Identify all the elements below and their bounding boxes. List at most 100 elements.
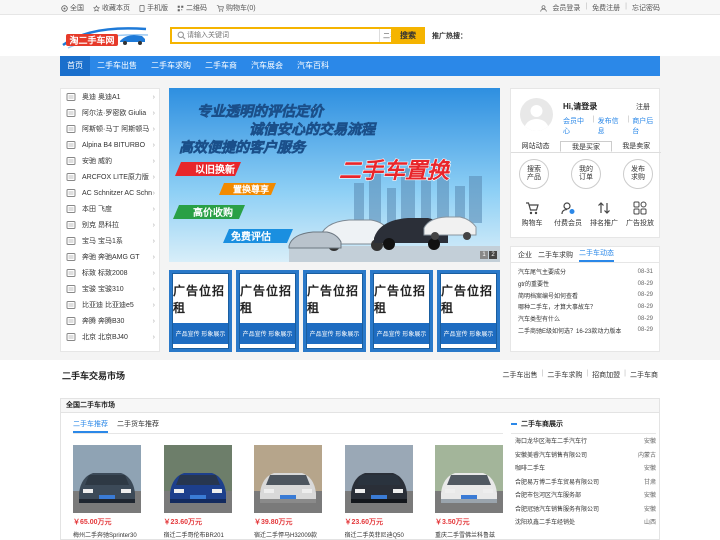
- car-name[interactable]: 宿迁二手英菲尼迪Q50: [345, 530, 413, 539]
- car-photo[interactable]: [254, 445, 322, 513]
- news-tab-wanted[interactable]: 二手车求购: [538, 250, 573, 260]
- user-panel: Hi,请登录 注册 会员中心 | 发布信息 | 商户后台 网站动态 我是买家 我是卖…: [510, 88, 661, 238]
- market-link-franchise[interactable]: 招商加盟: [592, 370, 620, 380]
- nav-encyclopedia[interactable]: 汽车百科: [290, 56, 336, 76]
- car-card[interactable]: ￥65.00万元 梅州二手奔驰Sprinter30: [73, 445, 141, 539]
- dealer-item[interactable]: 沈阳玖鑫二手车经销处 山西: [511, 515, 656, 529]
- sidebar-brand-item[interactable]: 阿斯顿·马丁 阿斯顿马 ›: [61, 121, 159, 137]
- register-link[interactable]: 免费注册: [592, 3, 620, 13]
- car-photo[interactable]: [73, 445, 141, 513]
- car-name[interactable]: 梅州二手奔驰Sprinter30: [73, 530, 141, 539]
- sidebar-brand-item[interactable]: 奥迪 奥迪A1 ›: [61, 89, 159, 105]
- news-tab-company[interactable]: 企业: [518, 250, 532, 260]
- register-button[interactable]: 注册: [636, 102, 650, 112]
- search-products-button[interactable]: 搜索 产品: [519, 159, 549, 189]
- dealer-item[interactable]: 合肥冠驰汽车销售服务有限公司 安徽: [511, 502, 656, 516]
- sidebar-brand-item[interactable]: Alpina B4 BITURBO ›: [61, 137, 159, 153]
- quick-ads[interactable]: 广告投放: [623, 201, 657, 228]
- sidebar-brand-item[interactable]: 比亚迪 比亚迪e5 ›: [61, 297, 159, 313]
- tab-site-news[interactable]: 网站动态: [511, 141, 560, 152]
- tab-recommended-trucks[interactable]: 二手货车推荐: [117, 419, 159, 433]
- nav-auto-show[interactable]: 汽车展会: [244, 56, 290, 76]
- car-name[interactable]: 宿迁二手悍马H32009款: [254, 530, 322, 539]
- car-photo[interactable]: [344, 445, 413, 513]
- carousel-dot-2[interactable]: 2: [489, 251, 497, 259]
- dealer-item[interactable]: 合肥市包河区汽车服务部 安徽: [511, 488, 656, 502]
- sidebar-brand-item[interactable]: 本田 飞度 ›: [61, 201, 159, 217]
- dealer-item[interactable]: 合肥易万博二手车贸易有限公司 甘肃: [511, 475, 656, 489]
- merchant-backend-link[interactable]: 商户后台: [632, 116, 659, 136]
- news-item[interactable]: 哪种二手车，才算大事故车？ 08-29: [518, 301, 653, 313]
- car-name[interactable]: 宿迁二手哥伦布BR201: [164, 530, 232, 539]
- news-tab-dynamics[interactable]: 二手车动态: [579, 247, 614, 262]
- car-card[interactable]: ￥23.60万元 宿迁二手英菲尼迪Q50: [344, 445, 413, 539]
- post-info-link[interactable]: 发布信息: [598, 116, 625, 136]
- hero-banner[interactable]: 专业透明的评估定价 诚信安心的交易流程 高效便捷的客户服务 二手车置换 以旧换新…: [169, 88, 500, 262]
- news-item[interactable]: gtr的重要性 08-29: [518, 278, 653, 290]
- news-item[interactable]: 汽车尾气主要成分 08-31: [518, 266, 653, 278]
- my-orders-button[interactable]: 我的 订单: [571, 159, 601, 189]
- login-greeting[interactable]: Hi,请登录: [563, 101, 597, 112]
- cart-link[interactable]: 购物车(0): [216, 3, 256, 13]
- sidebar-brand-item[interactable]: 阿尔法·罗密欧 Giulia ›: [61, 105, 159, 121]
- market-link-dealers[interactable]: 二手车商: [630, 370, 658, 380]
- car-name[interactable]: 重庆二手雪佛兰科鲁兹: [435, 530, 503, 539]
- market-link-sale[interactable]: 二手车出售: [503, 370, 538, 380]
- dealer-item[interactable]: 咖啡二手车 安徽: [511, 461, 656, 475]
- nav-dealers[interactable]: 二手车商: [198, 56, 244, 76]
- sidebar-brand-item[interactable]: ARCFOX LITE原力版 ›: [61, 169, 159, 185]
- ad-slot[interactable]: 广告位招租 产品宣传 形象展示: [303, 270, 366, 352]
- sidebar-brand-item[interactable]: 安驰 威豹 ›: [61, 153, 159, 169]
- dealer-item[interactable]: 安徽美睿汽车销售有限公司 内蒙古: [511, 448, 656, 462]
- car-card[interactable]: ￥23.60万元 宿迁二手哥伦布BR201: [163, 445, 232, 539]
- vip-user-icon: [561, 201, 575, 215]
- brand-sidebar: 奥迪 奥迪A1 › 阿尔法·罗密欧 Giulia › 阿斯顿·马丁 阿斯顿马 › Alpin…: [60, 88, 160, 352]
- forgot-password-link[interactable]: 忘记密码: [632, 3, 660, 13]
- sidebar-brand-item[interactable]: 奔驰 奔驰AMG GT ›: [61, 249, 159, 265]
- news-item[interactable]: 简明档案编号如何查看 08-29: [518, 289, 653, 301]
- news-item[interactable]: 汽车类型有什么 08-29: [518, 313, 653, 325]
- nav-used-car-sale[interactable]: 二手车出售: [90, 56, 144, 76]
- car-card[interactable]: ￥3.50万元 重庆二手雪佛兰科鲁兹: [435, 445, 503, 539]
- site-logo[interactable]: 淘二手车网: [60, 23, 150, 51]
- sidebar-brand-item[interactable]: 别克 昂科拉 ›: [61, 217, 159, 233]
- region-link[interactable]: 全国: [61, 3, 84, 13]
- bookmark-link[interactable]: 收藏本页: [93, 3, 130, 13]
- sidebar-brand-item[interactable]: 奔腾 奔腾B30 ›: [61, 313, 159, 329]
- qrcode-link[interactable]: 二维码: [177, 3, 207, 13]
- quick-rank[interactable]: 排名推广: [587, 201, 621, 228]
- search-input[interactable]: [187, 29, 379, 42]
- news-item[interactable]: 二手商驰E级如何选？16-23款动力版本 08-29: [518, 324, 653, 336]
- brand-logo-icon: [66, 172, 76, 182]
- nav-home[interactable]: 首页: [60, 56, 90, 76]
- search-button[interactable]: 搜索: [391, 27, 425, 44]
- market-link-wanted[interactable]: 二手车求购: [547, 370, 582, 380]
- ad-slot[interactable]: 广告位招租 产品宣传 形象展示: [236, 270, 299, 352]
- sidebar-brand-item[interactable]: AC Schnitzer AC Schn ›: [61, 185, 159, 201]
- car-card[interactable]: ￥39.80万元 宿迁二手悍马H32009款: [254, 445, 322, 539]
- member-center-link[interactable]: 会员中心: [563, 116, 590, 136]
- ad-slot[interactable]: 广告位招租 产品宣传 形象展示: [437, 270, 500, 352]
- tab-buyer[interactable]: 我是买家: [560, 141, 612, 152]
- tab-recommended-cars[interactable]: 二手车推荐: [73, 419, 108, 433]
- top-bar: 全国 收藏本页 手机版 二维码 购物车(0) 会员登录 | 免费注册 | 忘记密…: [0, 0, 720, 15]
- chevron-right-icon: ›: [152, 269, 155, 277]
- quick-cart[interactable]: 购物车: [515, 201, 549, 228]
- quick-vip[interactable]: 付费会员: [551, 201, 585, 228]
- tab-seller[interactable]: 我是卖家: [612, 141, 661, 152]
- login-link[interactable]: 会员登录: [552, 3, 580, 13]
- car-photo[interactable]: [163, 445, 232, 513]
- carousel-dot-1[interactable]: 1: [480, 251, 488, 259]
- mobile-link[interactable]: 手机版: [139, 3, 168, 13]
- sidebar-brand-item[interactable]: 标致 标致2008 ›: [61, 265, 159, 281]
- car-photo[interactable]: [435, 445, 503, 513]
- sidebar-brand-item[interactable]: 北京 北京BJ40 ›: [61, 329, 159, 345]
- dealer-item[interactable]: 海口龙华区海车二手汽车行 安徽: [511, 434, 656, 448]
- ad-slot[interactable]: 广告位招租 产品宣传 形象展示: [370, 270, 433, 352]
- sidebar-brand-item[interactable]: 宝骏 宝骏310 ›: [61, 281, 159, 297]
- sidebar-brand-item[interactable]: 宝马 宝马1系 ›: [61, 233, 159, 249]
- ad-slot[interactable]: 广告位招租 产品宣传 形象展示: [169, 270, 232, 352]
- post-wanted-button[interactable]: 发布 求购: [623, 159, 653, 189]
- ad-subtitle: 产品宣传 形象展示: [441, 323, 496, 344]
- nav-used-car-wanted[interactable]: 二手车求购: [144, 56, 198, 76]
